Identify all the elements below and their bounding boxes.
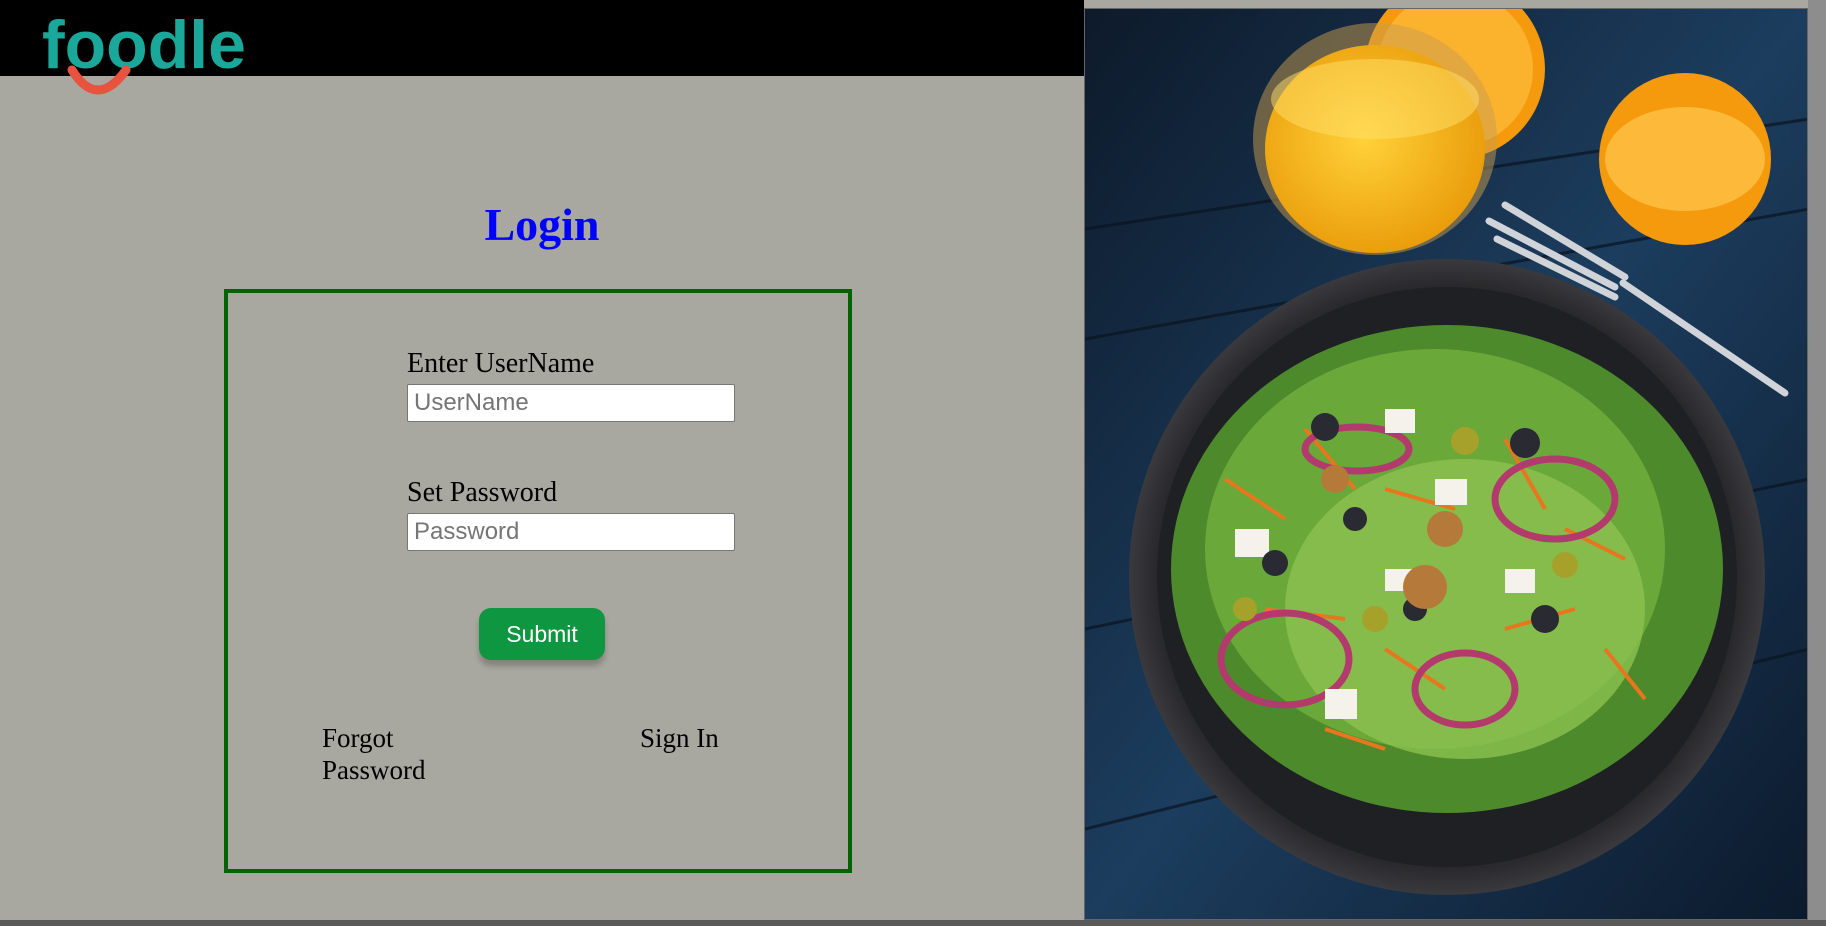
foodle-logo[interactable]: foodle bbox=[42, 4, 262, 104]
window-bottom-edge bbox=[0, 920, 1826, 926]
window-right-edge bbox=[1808, 0, 1826, 926]
page-title: Login bbox=[484, 199, 600, 250]
salad-illustration bbox=[1085, 9, 1807, 919]
username-label: Enter UserName bbox=[407, 348, 595, 379]
forgot-password-line2: Password bbox=[322, 755, 426, 785]
sign-in-link[interactable]: Sign In bbox=[640, 722, 719, 754]
username-input[interactable] bbox=[407, 384, 735, 422]
password-label: Set Password bbox=[407, 477, 558, 508]
forgot-password-link[interactable]: Forgot Password bbox=[322, 722, 426, 786]
password-input[interactable] bbox=[407, 513, 735, 551]
submit-button[interactable]: Submit bbox=[479, 608, 605, 660]
forgot-password-line1: Forgot bbox=[322, 723, 394, 753]
salad-photo bbox=[1084, 8, 1808, 920]
